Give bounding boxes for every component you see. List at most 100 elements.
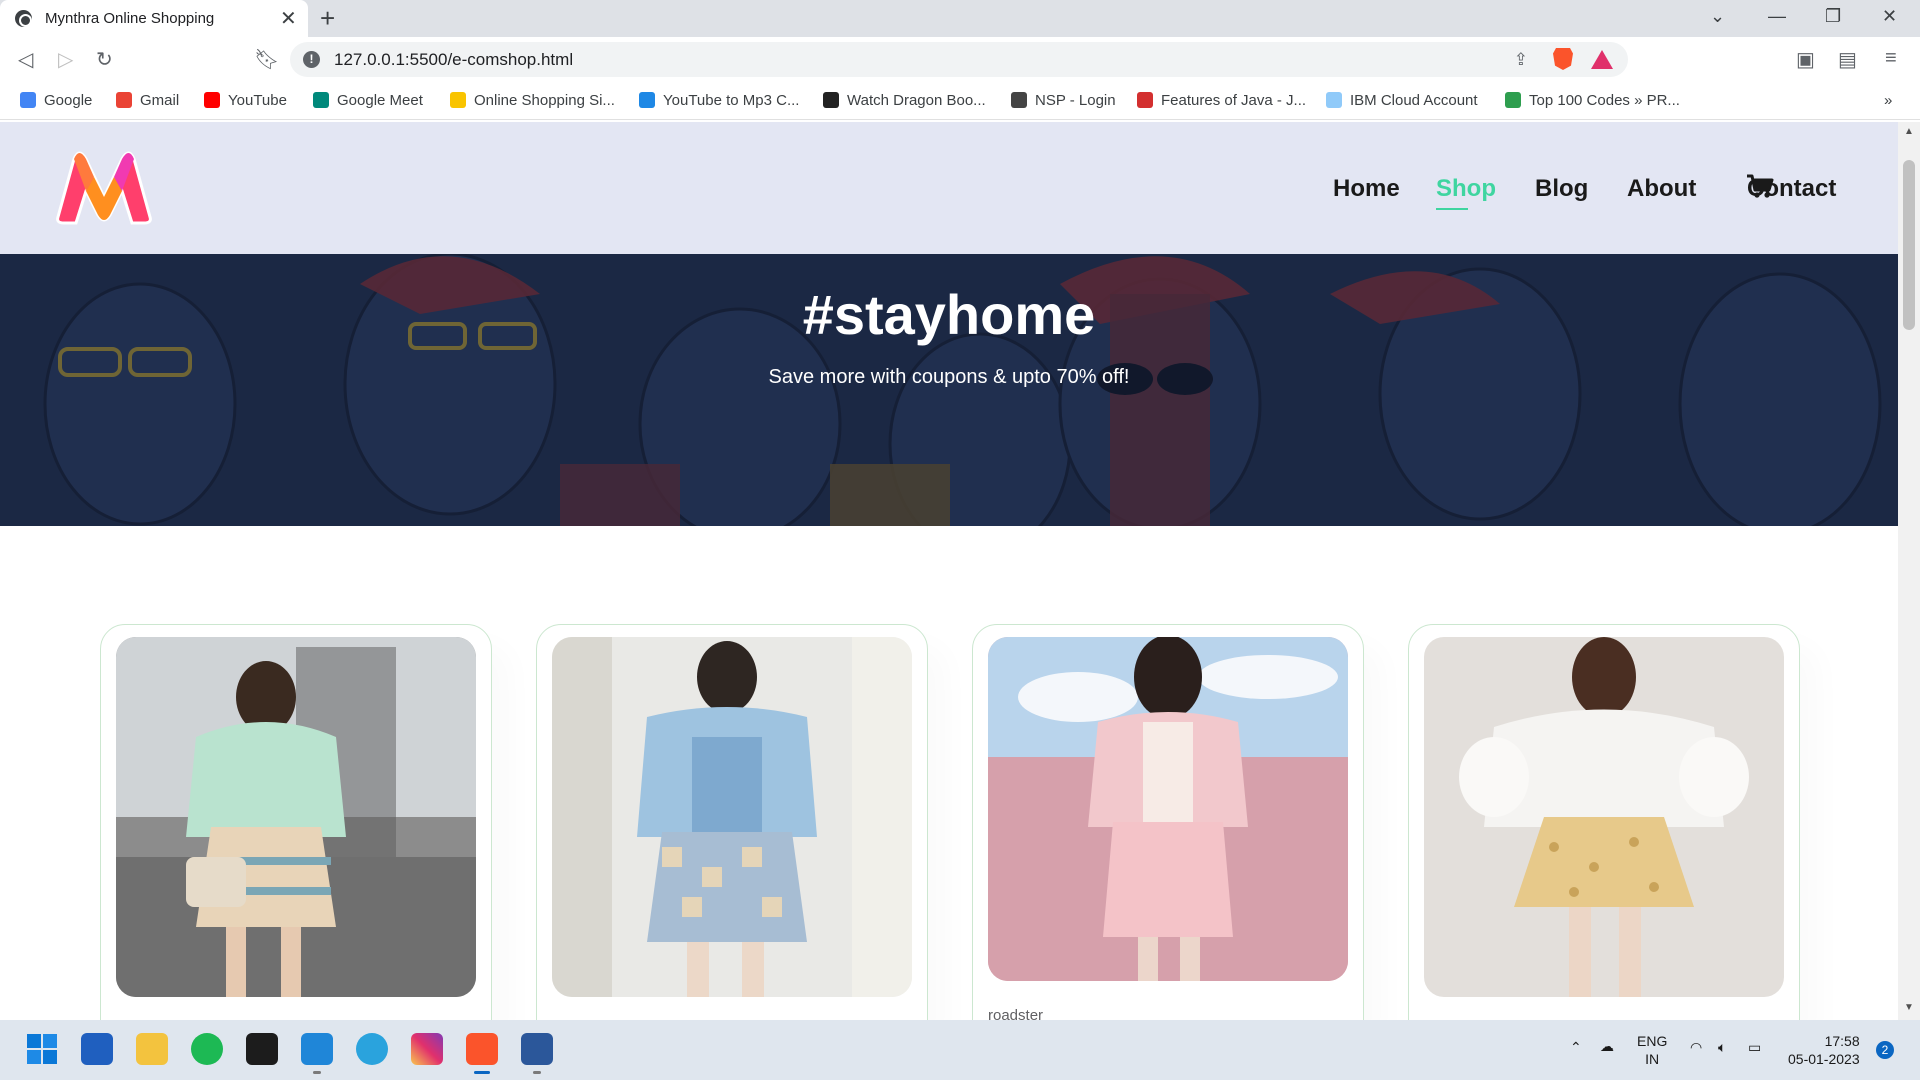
nav-about[interactable]: About — [1627, 175, 1696, 203]
scroll-up-icon[interactable]: ▲ — [1904, 126, 1914, 137]
bookmark-label: Top 100 Codes » PR... — [1529, 92, 1680, 109]
volume-icon[interactable]: 🔈︎ — [1718, 1038, 1726, 1056]
page-scrollbar[interactable]: ▲ ▼ — [1898, 122, 1920, 1020]
bookmark-icon[interactable]: 🔖︎ — [254, 47, 279, 72]
vscode-icon[interactable] — [301, 1033, 333, 1065]
running-indicator — [533, 1071, 541, 1074]
bookmark-item[interactable]: Gmail — [116, 92, 179, 109]
bookmark-item[interactable]: Google — [20, 92, 92, 109]
clock-time: 17:58 — [1824, 1033, 1860, 1049]
bookmark-favicon-icon — [204, 92, 220, 108]
more-bookmarks-icon[interactable]: » — [1884, 92, 1892, 109]
product-card[interactable] — [1408, 624, 1800, 1020]
start-icon[interactable] — [26, 1033, 58, 1065]
battery-icon[interactable]: ▭ — [1748, 1038, 1761, 1056]
bookmark-favicon-icon — [450, 92, 466, 108]
bookmark-label: Gmail — [140, 92, 180, 109]
restore-icon[interactable]: ❐ — [1825, 6, 1841, 27]
hero-banner: #stayhome Save more with coupons & upto … — [0, 254, 1898, 526]
menu-icon[interactable]: ≡ — [1885, 47, 1897, 70]
nav-shop[interactable]: Shop — [1436, 175, 1496, 210]
brave-rewards-icon[interactable] — [1591, 50, 1613, 69]
globe-icon — [15, 10, 32, 27]
word-icon[interactable] — [521, 1033, 553, 1065]
brave-shields-icon[interactable] — [1553, 48, 1573, 70]
product-card[interactable]: roadster — [972, 624, 1364, 1020]
bookmark-item[interactable]: NSP - Login — [1011, 92, 1116, 109]
browser-toolbar: ◁ ▷ ↻ 🔖︎ ! 127.0.0.1:5500/e-comshop.html… — [0, 37, 1920, 82]
product-image[interactable] — [552, 637, 912, 997]
bookmark-item[interactable]: IBM Cloud Account — [1326, 92, 1478, 109]
bookmark-favicon-icon — [1011, 92, 1027, 108]
share-icon[interactable]: ⇪ — [1514, 50, 1528, 70]
bookmark-item[interactable]: Watch Dragon Boo... — [823, 92, 986, 109]
clock-date: 05-01-2023 — [1788, 1051, 1860, 1067]
bookmark-item[interactable]: YouTube — [204, 92, 287, 109]
nav-blog[interactable]: Blog — [1535, 175, 1588, 203]
bookmark-label: Online Shopping Si... — [474, 92, 615, 109]
telegram-icon[interactable] — [356, 1033, 388, 1065]
bookmark-item[interactable]: Features of Java - J... — [1137, 92, 1306, 109]
microsoft-store-icon[interactable] — [81, 1033, 113, 1065]
back-icon[interactable]: ◁ — [18, 47, 33, 72]
wallet-icon[interactable]: ▤ — [1838, 47, 1857, 72]
scrollbar-thumb[interactable] — [1903, 160, 1915, 330]
product-card[interactable] — [536, 624, 928, 1020]
bookmark-favicon-icon — [20, 92, 36, 108]
nav-home[interactable]: Home — [1333, 175, 1400, 203]
product-image[interactable] — [116, 637, 476, 997]
reload-icon[interactable]: ↻ — [96, 47, 113, 72]
cart-icon[interactable] — [1746, 174, 1774, 200]
instagram-icon[interactable] — [411, 1033, 443, 1065]
product-card[interactable] — [100, 624, 492, 1020]
brave-browser-icon[interactable] — [466, 1033, 498, 1065]
running-indicator — [313, 1071, 321, 1074]
bookmark-label: Google Meet — [337, 92, 423, 109]
tab-title: Mynthra Online Shopping — [45, 10, 215, 27]
close-window-icon[interactable]: ✕ — [1882, 6, 1897, 27]
bookmark-item[interactable]: Online Shopping Si... — [450, 92, 615, 109]
product-image[interactable] — [988, 637, 1348, 981]
new-tab-icon[interactable]: + — [320, 3, 335, 34]
bookmark-item[interactable]: Top 100 Codes » PR... — [1505, 92, 1680, 109]
file-explorer-icon[interactable] — [136, 1033, 168, 1065]
close-tab-icon[interactable]: ✕ — [280, 6, 297, 31]
game-icon[interactable] — [246, 1033, 278, 1065]
spotify-icon[interactable] — [191, 1033, 223, 1065]
site-header: Home Shop Blog About Contact — [0, 122, 1898, 254]
wifi-icon[interactable]: ◠ — [1690, 1038, 1702, 1056]
show-hidden-icons[interactable]: ⌃ — [1570, 1038, 1582, 1056]
tab-strip: Mynthra Online Shopping ✕ + ⌄ — ❐ ✕ — [0, 0, 1920, 37]
clock[interactable]: 17:58 05-01-2023 — [1788, 1032, 1860, 1068]
bookmark-item[interactable]: Google Meet — [313, 92, 423, 109]
site-info-icon[interactable]: ! — [303, 51, 320, 68]
bookmark-favicon-icon — [1137, 92, 1153, 108]
sidebar-icon[interactable]: ▣ — [1796, 47, 1815, 72]
product-image[interactable] — [1424, 637, 1784, 997]
bookmark-favicon-icon — [639, 92, 655, 108]
windows-taskbar: ⌃ ☁ ENG IN ◠ 🔈︎ ▭ 17:58 05-01-2023 2 — [0, 1020, 1920, 1080]
bookmark-favicon-icon — [1326, 92, 1342, 108]
bookmark-favicon-icon — [116, 92, 132, 108]
bookmark-favicon-icon — [313, 92, 329, 108]
scroll-down-icon[interactable]: ▼ — [1904, 1002, 1914, 1013]
language-indicator[interactable]: ENG IN — [1637, 1032, 1667, 1068]
myntra-logo[interactable] — [52, 147, 156, 225]
active-indicator — [474, 1071, 490, 1074]
bookmark-item[interactable]: YouTube to Mp3 C... — [639, 92, 799, 109]
bookmark-label: Watch Dragon Boo... — [847, 92, 986, 109]
address-bar[interactable]: ! 127.0.0.1:5500/e-comshop.html ⇪ — [290, 42, 1628, 77]
bookmark-label: IBM Cloud Account — [1350, 92, 1478, 109]
tab-search-icon[interactable]: ⌄ — [1710, 6, 1725, 27]
notification-badge[interactable]: 2 — [1876, 1041, 1894, 1059]
bookmark-label: Features of Java - J... — [1161, 92, 1307, 109]
browser-tab[interactable]: Mynthra Online Shopping ✕ — [0, 0, 308, 37]
bookmark-favicon-icon — [823, 92, 839, 108]
url-text[interactable]: 127.0.0.1:5500/e-comshop.html — [334, 50, 573, 70]
minimize-icon[interactable]: — — [1768, 6, 1786, 27]
bookmark-label: YouTube — [228, 92, 287, 109]
page-viewport: Home Shop Blog About Contact #stayhome S… — [0, 122, 1898, 1020]
bookmarks-bar: Google Gmail YouTube Google Meet Online Shop… — [0, 82, 1920, 120]
forward-icon[interactable]: ▷ — [58, 47, 73, 72]
onedrive-icon[interactable]: ☁ — [1600, 1037, 1614, 1055]
